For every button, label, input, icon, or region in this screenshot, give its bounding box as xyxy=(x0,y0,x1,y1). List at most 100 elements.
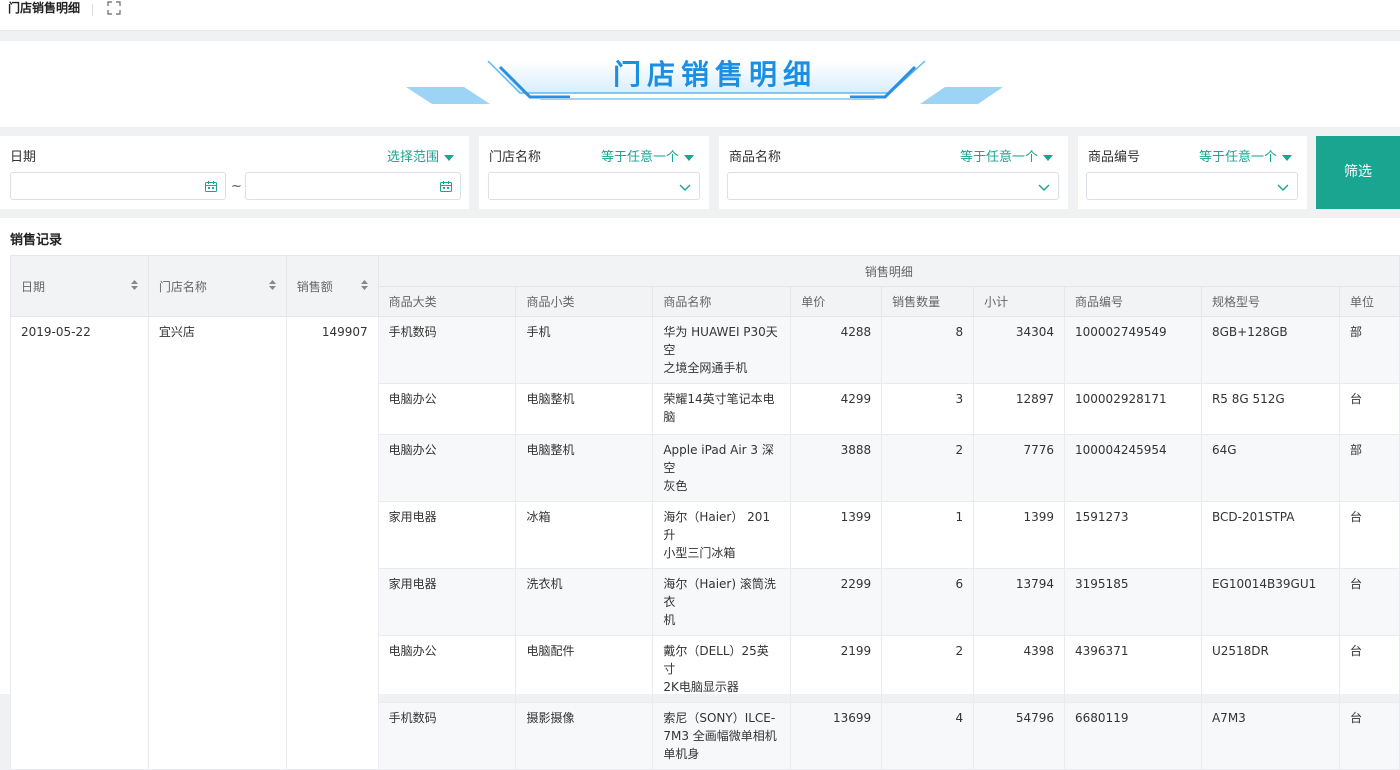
subcategory-cell: 摄影摄像 xyxy=(515,702,654,770)
product-name-line: 单机身 xyxy=(663,747,700,761)
store-match-mode-label: 等于任意一个 xyxy=(600,150,679,165)
column-header-product-name: 商品名称 xyxy=(652,286,792,317)
store-filter-label: 门店名称 xyxy=(489,150,542,165)
product-name-line: 戴尔（DELL）25英寸 xyxy=(663,644,769,676)
product-code-cell: 4396371 xyxy=(1064,635,1202,703)
product-name-line: 海尔（Haier) 滚筒洗衣 xyxy=(663,577,776,609)
page-tab-title[interactable]: 门店销售明细 xyxy=(8,0,80,16)
product-name-filter-label: 商品名称 xyxy=(729,150,782,165)
product-name-cell: 华为 HUAWEI P30天空 之境全网通手机 xyxy=(652,316,792,384)
product-name-line: 机 xyxy=(663,613,676,627)
unit-price-cell: 2299 xyxy=(790,568,883,636)
column-header-subtotal: 小计 xyxy=(973,286,1066,317)
category-cell: 电脑办公 xyxy=(377,434,517,502)
product-name-match-mode-label: 等于任意一个 xyxy=(959,150,1038,165)
column-header-spec: 规格型号 xyxy=(1200,286,1340,317)
sort-icon[interactable] xyxy=(360,279,368,290)
section-title: 销售记录 xyxy=(10,233,63,248)
column-header-label: 日期 xyxy=(21,279,46,294)
chevron-down-icon xyxy=(1038,184,1050,191)
unit-cell: 台 xyxy=(1338,635,1400,703)
subtotal-cell: 7776 xyxy=(973,434,1066,502)
date-range-mode-dropdown[interactable]: 选择范围 xyxy=(387,146,454,165)
tab-bar: 门店销售明细 xyxy=(0,0,1400,31)
product-name-select[interactable] xyxy=(727,172,1059,200)
product-name-cell: Apple iPad Air 3 深空 灰色 xyxy=(652,434,792,502)
unit-price-cell: 4288 xyxy=(790,316,883,384)
product-code-cell: 100002749549 xyxy=(1064,316,1202,384)
column-group-header-details: 销售明细 xyxy=(377,255,1400,287)
spec-cell: 8GB+128GB xyxy=(1200,316,1340,384)
date-range-separator: ~ xyxy=(231,179,242,194)
column-header-label: 门店名称 xyxy=(158,279,207,294)
subtotal-cell: 4398 xyxy=(973,635,1066,703)
subtotal-cell: 13794 xyxy=(973,568,1066,636)
subtotal-cell: 54796 xyxy=(973,702,1066,770)
column-header-quantity: 销售数量 xyxy=(881,286,975,317)
caret-down-icon xyxy=(1043,154,1053,161)
store-select[interactable] xyxy=(488,172,700,200)
group-amount-cell: 149907 xyxy=(285,316,379,770)
caret-down-icon xyxy=(684,154,694,161)
product-name-line: 脑 xyxy=(663,410,676,424)
category-cell: 家用电器 xyxy=(377,501,517,569)
column-header-product-code: 商品编号 xyxy=(1064,286,1202,317)
product-code-cell: 3195185 xyxy=(1064,568,1202,636)
category-cell: 电脑办公 xyxy=(377,635,517,703)
quantity-cell: 2 xyxy=(881,635,975,703)
subtotal-cell: 12897 xyxy=(973,383,1066,435)
caret-down-icon xyxy=(444,154,454,161)
end-date-input[interactable] xyxy=(245,172,461,200)
column-header-date[interactable]: 日期 xyxy=(10,255,149,317)
unit-cell: 台 xyxy=(1338,501,1400,569)
column-header-store[interactable]: 门店名称 xyxy=(147,255,287,317)
unit-price-cell: 2199 xyxy=(790,635,883,703)
product-name-line: 荣耀14英寸笔记本电 xyxy=(663,392,775,406)
unit-price-cell: 13699 xyxy=(790,702,883,770)
product-code-cell: 100002928171 xyxy=(1064,383,1202,435)
spec-cell: BCD-201STPA xyxy=(1200,501,1340,569)
unit-cell: 台 xyxy=(1338,702,1400,770)
filter-submit-button[interactable]: 筛选 xyxy=(1316,136,1400,209)
column-header-amount[interactable]: 销售额 xyxy=(285,255,379,317)
store-match-mode-dropdown[interactable]: 等于任意一个 xyxy=(601,146,694,165)
quantity-cell: 4 xyxy=(881,702,975,770)
spec-cell: A7M3 xyxy=(1200,702,1340,770)
sort-icon[interactable] xyxy=(268,279,276,290)
date-range-mode-label: 选择范围 xyxy=(386,150,439,165)
calendar-icon[interactable] xyxy=(205,181,217,192)
category-cell: 手机数码 xyxy=(377,702,517,770)
unit-price-cell: 3888 xyxy=(790,434,883,502)
product-name-match-mode-dropdown[interactable]: 等于任意一个 xyxy=(960,146,1053,165)
spec-cell: 64G xyxy=(1200,434,1340,502)
sort-icon[interactable] xyxy=(130,279,138,290)
column-header-unit: 单位 xyxy=(1338,286,1400,317)
quantity-cell: 8 xyxy=(881,316,975,384)
chevron-down-icon xyxy=(1277,184,1289,191)
date-filter-label: 日期 xyxy=(10,150,37,165)
start-date-input[interactable] xyxy=(10,172,226,200)
calendar-icon[interactable] xyxy=(440,181,452,192)
product-name-line: 小型三门冰箱 xyxy=(663,546,736,560)
unit-price-cell: 4299 xyxy=(790,383,883,435)
category-cell: 电脑办公 xyxy=(377,383,517,435)
chevron-down-icon xyxy=(679,184,691,191)
subcategory-cell: 电脑整机 xyxy=(515,434,654,502)
product-name-line: 海尔（Haier） 201升 xyxy=(663,510,771,542)
product-code-select[interactable] xyxy=(1086,172,1298,200)
tab-divider xyxy=(92,4,93,16)
product-name-filter: 商品名称 等于任意一个 xyxy=(719,136,1068,209)
date-filter: 日期 选择范围 ~ xyxy=(0,136,469,209)
product-code-cell: 6680119 xyxy=(1064,702,1202,770)
product-name-line: 7M3 全画幅微单相机 xyxy=(663,729,777,743)
column-header-subcategory: 商品小类 xyxy=(515,286,654,317)
subcategory-cell: 电脑配件 xyxy=(515,635,654,703)
subcategory-cell: 洗衣机 xyxy=(515,568,654,636)
group-store-cell: 宜兴店 xyxy=(147,316,287,770)
sales-table: 日期 门店名称 销售额 销售明细 商品大类 商品小类 商品名称 单价 销售数量 … xyxy=(10,255,1400,770)
table-row[interactable]: 2019-05-22 宜兴店 149907 手机数码 手机 华为 HUAWEI P30天空… xyxy=(10,316,1400,770)
sales-records-panel: 销售记录 日期 门店名称 销售额 销售明细 商品大类 商品小类 商品名称 单价 … xyxy=(0,218,1400,770)
product-code-match-mode-dropdown[interactable]: 等于任意一个 xyxy=(1199,146,1292,165)
group-date-cell: 2019-05-22 xyxy=(10,316,149,770)
fullscreen-icon[interactable] xyxy=(107,1,121,15)
